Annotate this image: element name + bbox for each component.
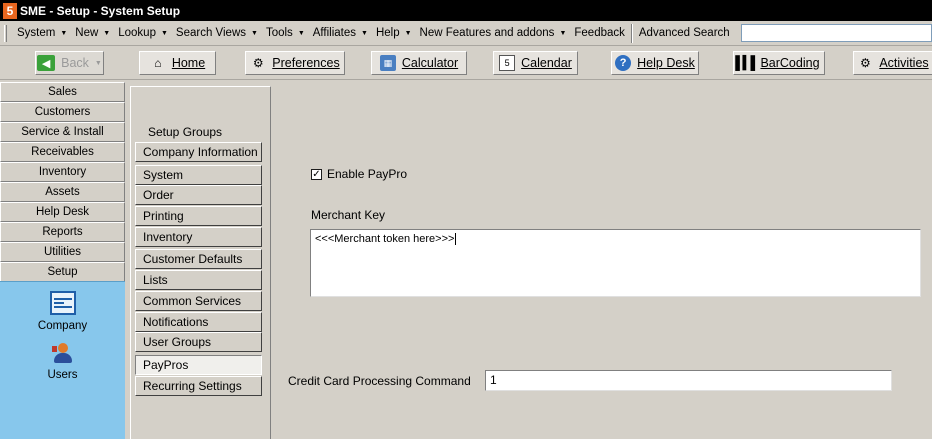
- nav-setup[interactable]: Setup: [0, 262, 125, 282]
- enable-paypro-label: Enable PayPro: [327, 167, 408, 181]
- barcoding-button[interactable]: ▌▍▌ BarCoding: [733, 51, 825, 75]
- dropdown-arrow-icon: ▼: [160, 29, 168, 37]
- helpdesk-label: Help Desk: [637, 56, 695, 70]
- tool-company[interactable]: Company: [0, 291, 125, 332]
- calculator-icon: ▦: [379, 55, 396, 71]
- nav-utilities[interactable]: Utilities: [0, 242, 125, 262]
- group-lists[interactable]: Lists: [135, 270, 262, 290]
- users-icon: [51, 342, 74, 364]
- helpdesk-button[interactable]: ? Help Desk: [611, 51, 699, 75]
- toolbar: ◀ Back ▼ ⌂ Home ⚙ Preferences ▦ Calculat…: [0, 47, 932, 80]
- dropdown-arrow-icon: ▼: [297, 29, 305, 37]
- menu-tools[interactable]: Tools ▼: [262, 23, 309, 43]
- app-logo-icon: 5: [3, 2, 17, 19]
- home-icon: ⌂: [154, 56, 162, 70]
- group-customer-defaults[interactable]: Customer Defaults: [135, 249, 262, 269]
- menu-search-views[interactable]: Search Views ▼: [172, 23, 262, 43]
- module-nav: Sales Customers Service & Install Receiv…: [0, 82, 125, 439]
- menu-separator: [630, 23, 633, 43]
- setup-groups-title: Setup Groups: [148, 125, 223, 139]
- nav-service-install[interactable]: Service & Install: [0, 122, 125, 142]
- menu-system[interactable]: System ▼: [13, 23, 71, 43]
- menu-lookup[interactable]: Lookup ▼: [114, 23, 172, 43]
- help-icon: ?: [615, 55, 632, 71]
- calculator-button[interactable]: ▦ Calculator: [371, 51, 467, 75]
- dropdown-arrow-icon: ▼: [94, 59, 102, 67]
- activities-label: Activities: [879, 56, 929, 70]
- advanced-search-input[interactable]: [741, 24, 932, 42]
- tool-users-label: Users: [47, 369, 78, 381]
- enable-paypro-checkbox[interactable]: ✓ Enable PayPro: [311, 167, 407, 181]
- checkmark-icon[interactable]: ✓: [311, 168, 322, 180]
- back-arrow-icon: ◀: [37, 55, 56, 71]
- dropdown-arrow-icon: ▼: [559, 29, 567, 37]
- activities-button[interactable]: ⚙ Activities: [853, 51, 932, 75]
- group-paypros[interactable]: PayPros: [135, 355, 262, 375]
- text-caret: [455, 233, 457, 246]
- menu-help[interactable]: Help ▼: [372, 23, 416, 43]
- group-inventory[interactable]: Inventory: [135, 227, 262, 247]
- barcoding-label: BarCoding: [760, 56, 820, 70]
- tool-company-label: Company: [37, 320, 88, 332]
- dropdown-arrow-icon: ▼: [361, 29, 368, 37]
- dropdown-arrow-icon: ▼: [404, 29, 412, 37]
- nav-reports[interactable]: Reports: [0, 222, 125, 242]
- window-title: SME - Setup - System Setup: [20, 3, 181, 18]
- setup-tools-panel: Company Users: [0, 281, 125, 439]
- nav-help-desk[interactable]: Help Desk: [0, 202, 125, 222]
- menu-grip: [4, 24, 7, 42]
- group-user-groups[interactable]: User Groups: [135, 332, 262, 352]
- preferences-icon: ⚙: [252, 56, 264, 70]
- calculator-label: Calculator: [401, 56, 459, 70]
- merchant-key-value: <<<Merchant token here>>>: [315, 233, 455, 245]
- nav-assets[interactable]: Assets: [0, 182, 125, 202]
- nav-receivables[interactable]: Receivables: [0, 142, 125, 162]
- nav-sales[interactable]: Sales: [0, 82, 125, 102]
- cc-command-label: Credit Card Processing Command: [288, 374, 471, 388]
- title-bar: 5 SME - Setup - System Setup: [0, 0, 932, 21]
- menu-new-features[interactable]: New Features and addons ▼: [416, 23, 571, 43]
- activities-icon: ⚙: [859, 56, 871, 70]
- barcode-icon: ▌▍▌: [735, 55, 759, 70]
- preferences-button[interactable]: ⚙ Preferences: [245, 51, 345, 75]
- back-button[interactable]: ◀ Back ▼: [35, 51, 104, 75]
- group-order[interactable]: Order: [135, 185, 262, 205]
- menu-affiliates[interactable]: Affiliates ▼: [309, 23, 372, 43]
- home-button[interactable]: ⌂ Home: [139, 51, 216, 75]
- menu-new[interactable]: New ▼: [71, 23, 114, 43]
- group-company-information[interactable]: Company Information: [135, 142, 262, 162]
- group-printing[interactable]: Printing: [135, 206, 262, 226]
- home-label: Home: [171, 56, 206, 70]
- menu-feedback[interactable]: Feedback: [570, 23, 629, 43]
- calendar-button[interactable]: 5 Calendar: [493, 51, 578, 75]
- group-recurring-settings[interactable]: Recurring Settings: [135, 376, 262, 396]
- advanced-search-label: Advanced Search: [638, 27, 730, 39]
- group-notifications[interactable]: Notifications: [135, 312, 262, 332]
- company-icon: [49, 291, 76, 315]
- back-label: Back: [61, 56, 89, 70]
- group-system[interactable]: System: [135, 165, 262, 185]
- preferences-label: Preferences: [272, 56, 340, 70]
- dropdown-arrow-icon: ▼: [60, 29, 68, 37]
- group-common-services[interactable]: Common Services: [135, 291, 262, 311]
- nav-inventory[interactable]: Inventory: [0, 162, 125, 182]
- tool-users[interactable]: Users: [0, 342, 125, 381]
- merchant-key-label: Merchant Key: [311, 208, 386, 222]
- dropdown-arrow-icon: ▼: [103, 29, 111, 37]
- merchant-key-field[interactable]: <<<Merchant token here>>>: [310, 229, 921, 297]
- cc-command-input[interactable]: 1: [485, 370, 892, 391]
- nav-customers[interactable]: Customers: [0, 102, 125, 122]
- calendar-icon: 5: [499, 55, 516, 71]
- calendar-label: Calendar: [521, 56, 572, 70]
- dropdown-arrow-icon: ▼: [251, 29, 258, 37]
